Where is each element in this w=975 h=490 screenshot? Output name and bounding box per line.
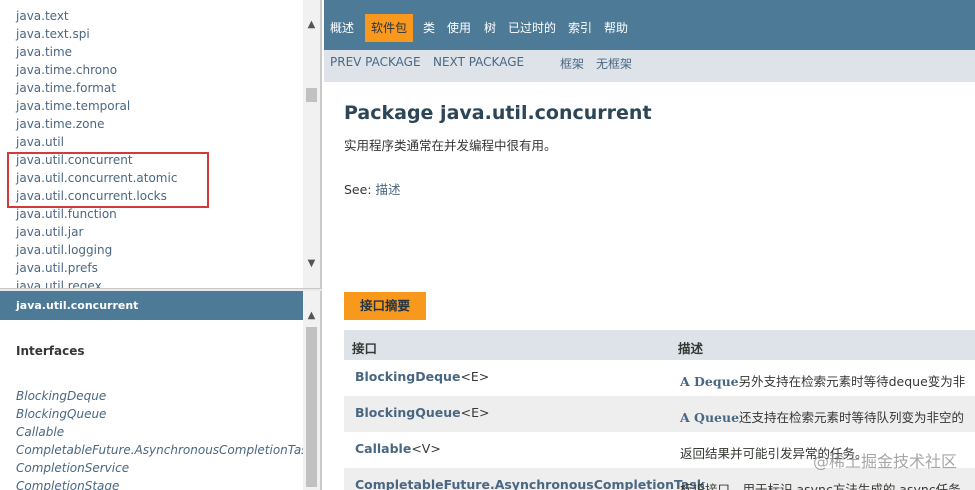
package-link[interactable]: java.time.chrono	[16, 61, 177, 79]
column-header-interface: 接口	[352, 341, 378, 356]
class-list-frame: java.util.concurrent Interfaces Blocking…	[0, 291, 322, 490]
package-link[interactable]: java.time	[16, 43, 177, 61]
page-title: Package java.util.concurrent	[344, 102, 652, 124]
see-label: See:	[344, 182, 376, 197]
watermark: @稀土掘金技术社区	[812, 452, 957, 471]
interface-link[interactable]: CompletionService	[16, 459, 314, 477]
see-line: See: 描述	[344, 179, 401, 198]
interface-link[interactable]: BlockingDeque	[16, 387, 314, 405]
interface-link[interactable]: CompletableFuture.AsynchronousCompletion…	[16, 441, 314, 459]
package-list-scrollbar[interactable]: ▲ ▼	[303, 0, 320, 289]
package-link[interactable]: java.time.zone	[16, 115, 177, 133]
nav-tree[interactable]: 树	[478, 14, 502, 42]
package-list: java.text java.text.spi java.time java.t…	[16, 7, 177, 289]
next-package-link[interactable]: NEXT PACKAGE	[433, 55, 524, 69]
interface-name-link[interactable]: CompletableFuture.AsynchronousCompletion…	[355, 477, 705, 490]
package-description: 实用程序类通常在并发编程中很有用。	[344, 138, 557, 153]
package-link[interactable]: java.util.jar	[16, 223, 177, 241]
interface-name-link[interactable]: Callable<V>	[355, 441, 441, 456]
nav-overview[interactable]: 概述	[324, 14, 360, 42]
main-content-frame: 概述 软件包 类 使用 树 已过时的 索引 帮助 PREV PACKAGE NE…	[324, 0, 975, 490]
sub-nav-bar: PREV PACKAGE NEXT PACKAGE 框架 无框架	[324, 50, 975, 82]
interface-name-link[interactable]: BlockingQueue<E>	[355, 405, 490, 420]
scroll-thumb[interactable]	[306, 88, 317, 102]
package-link[interactable]: java.time.temporal	[16, 97, 177, 115]
scroll-up-icon[interactable]: ▲	[303, 16, 320, 34]
table-header: 接口 描述	[344, 330, 975, 360]
scroll-up-icon[interactable]: ▲	[303, 307, 320, 325]
interfaces-heading: Interfaces	[16, 344, 85, 358]
table-row: BlockingDeque<E> A Deque另外支持在检索元素时等待dequ…	[344, 360, 975, 396]
interface-description: A Queue还支持在检索元素时等待队列变为非空的	[680, 410, 965, 425]
package-link[interactable]: java.util.prefs	[16, 259, 177, 277]
nav-help[interactable]: 帮助	[598, 14, 634, 42]
package-link[interactable]: java.text.spi	[16, 25, 177, 43]
interface-link[interactable]: BlockingQueue	[16, 405, 314, 423]
nav-package[interactable]: 软件包	[365, 14, 414, 42]
nav-class[interactable]: 类	[417, 14, 441, 42]
interface-description: 标识接口，用于标识 async方法生成的 async任务	[680, 482, 961, 490]
column-header-description: 描述	[678, 341, 704, 356]
interface-summary-tab[interactable]: 接口摘要	[344, 292, 426, 320]
interface-name-link[interactable]: BlockingDeque<E>	[355, 369, 489, 384]
package-link[interactable]: java.text	[16, 7, 177, 25]
nav-use[interactable]: 使用	[441, 14, 477, 42]
package-link[interactable]: java.util.logging	[16, 241, 177, 259]
interface-link[interactable]: Callable	[16, 423, 314, 441]
interface-link[interactable]: CompletionStage	[16, 477, 314, 490]
interface-description: A Deque另外支持在检索元素时等待deque变为非	[680, 374, 966, 389]
package-link[interactable]: java.time.format	[16, 79, 177, 97]
table-row: BlockingQueue<E> A Queue还支持在检索元素时等待队列变为非…	[344, 396, 975, 432]
interface-list: BlockingDeque BlockingQueue Callable Com…	[16, 387, 314, 490]
class-frame-header[interactable]: java.util.concurrent	[0, 291, 303, 320]
nav-index[interactable]: 索引	[562, 14, 598, 42]
prev-package-link[interactable]: PREV PACKAGE	[330, 55, 421, 69]
top-nav-bar: 概述 软件包 类 使用 树 已过时的 索引 帮助	[324, 0, 975, 50]
description-link[interactable]: 描述	[376, 182, 401, 197]
package-link[interactable]: java.util	[16, 133, 177, 151]
scroll-thumb[interactable]	[306, 327, 317, 487]
class-list-scrollbar[interactable]: ▲	[303, 291, 320, 490]
package-list-frame: java.text java.text.spi java.time java.t…	[0, 0, 322, 289]
nav-deprecated[interactable]: 已过时的	[502, 14, 562, 42]
highlight-annotation-box	[7, 152, 209, 208]
scroll-down-icon[interactable]: ▼	[303, 255, 320, 273]
frames-link[interactable]: 框架	[560, 55, 584, 72]
no-frames-link[interactable]: 无框架	[596, 55, 632, 72]
